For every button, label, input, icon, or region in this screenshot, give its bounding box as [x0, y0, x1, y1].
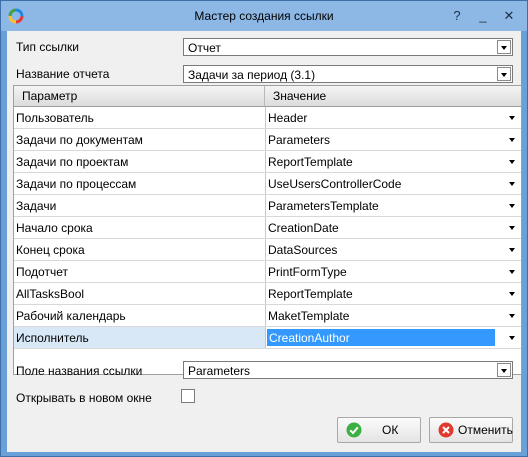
link-name-field-dropdown-icon[interactable] [497, 363, 511, 377]
value-dropdown-icon[interactable] [506, 221, 518, 233]
column-header-parameter[interactable]: Параметр [14, 86, 265, 106]
parameters-grid[interactable]: Параметр Значение Пользователь Header Зада… [13, 85, 522, 375]
parameter-name: Пользователь [16, 111, 94, 125]
help-button[interactable]: ? [447, 7, 467, 25]
table-row[interactable]: Исполнитель CreationAuthor [14, 327, 521, 349]
table-row[interactable]: Пользователь Header [14, 107, 521, 129]
table-row[interactable]: Конец срока DataSources [14, 239, 521, 261]
value-dropdown-icon[interactable] [506, 243, 518, 255]
link-type-select[interactable]: Отчет [183, 38, 513, 56]
value-cell[interactable]: Parameters [266, 129, 521, 150]
cancel-circle-icon [438, 422, 454, 438]
value-text: Parameters [268, 133, 331, 147]
value-text: UseUsersControllerCode [268, 177, 402, 191]
value-text: ParametersTemplate [268, 199, 379, 213]
report-name-select[interactable]: Задачи за период (3.1) [183, 65, 513, 83]
parameter-name: Начало срока [16, 221, 93, 235]
value-cell[interactable]: CreationAuthor [266, 327, 521, 348]
table-row[interactable]: Начало срока CreationDate [14, 217, 521, 239]
table-row[interactable]: Задачи по документам Parameters [14, 129, 521, 151]
value-text: CreationAuthor [269, 331, 350, 345]
minimize-button[interactable]: _ [473, 7, 493, 25]
value-text: Header [268, 111, 308, 125]
value-dropdown-icon[interactable] [506, 133, 518, 145]
report-name-value: Задачи за период (3.1) [188, 68, 316, 82]
parameter-name: Задачи по документам [16, 133, 143, 147]
grid-header: Параметр Значение [14, 86, 521, 107]
value-dropdown-icon[interactable] [506, 177, 518, 189]
value-dropdown-icon[interactable] [506, 287, 518, 299]
parameter-cell[interactable]: Задачи [14, 195, 266, 216]
link-name-field-select[interactable]: Parameters [183, 361, 513, 379]
link-name-field-label: Поле названия ссылки [16, 364, 143, 378]
value-text: ReportTemplate [268, 155, 353, 169]
link-name-field-value: Parameters [188, 364, 251, 378]
value-dropdown-icon[interactable] [506, 309, 518, 321]
link-type-value: Отчет [188, 41, 221, 55]
value-text: CreationDate [268, 221, 339, 235]
parameter-cell[interactable]: Задачи по документам [14, 129, 266, 150]
check-circle-icon [346, 422, 362, 438]
value-editor[interactable]: CreationAuthor [267, 329, 495, 346]
table-row[interactable]: Задачи по процессам UseUsersControllerCod… [14, 173, 521, 195]
link-type-label: Тип ссылки [16, 40, 79, 54]
open-new-window-label: Открывать в новом окне [16, 391, 152, 405]
cancel-button[interactable]: Отменить [429, 417, 513, 443]
parameter-name: Задачи [16, 199, 57, 213]
report-name-dropdown-icon[interactable] [497, 67, 511, 81]
parameter-name: Задачи по процессам [16, 177, 137, 191]
value-dropdown-icon[interactable] [506, 111, 518, 123]
dialog-window: Мастер создания ссылки ? _ ✕ Тип ссылки … [0, 0, 528, 457]
value-cell[interactable]: DataSources [266, 239, 521, 260]
value-dropdown-icon[interactable] [506, 155, 518, 167]
dialog-body: Тип ссылки Отчет Название отчета Задачи … [7, 31, 522, 452]
parameter-name: Подотчет [16, 265, 68, 279]
value-dropdown-icon[interactable] [506, 199, 518, 211]
value-cell[interactable]: ReportTemplate [266, 151, 521, 172]
value-cell[interactable]: ParametersTemplate [266, 195, 521, 216]
parameter-cell[interactable]: Рабочий календарь [14, 305, 266, 326]
table-row[interactable]: AllTasksBool ReportTemplate [14, 283, 521, 305]
ok-button[interactable]: ОК [337, 417, 421, 443]
parameter-cell[interactable]: AllTasksBool [14, 283, 266, 304]
cancel-button-label: Отменить [458, 423, 513, 437]
table-row[interactable]: Задачи по проектам ReportTemplate [14, 151, 521, 173]
parameter-name: AllTasksBool [16, 287, 85, 301]
table-row[interactable]: Рабочий календарь MaketTemplate [14, 305, 521, 327]
value-dropdown-icon[interactable] [506, 331, 518, 343]
parameter-cell[interactable]: Задачи по процессам [14, 173, 266, 194]
value-cell[interactable]: PrintFormType [266, 261, 521, 282]
value-cell[interactable]: MaketTemplate [266, 305, 521, 326]
parameter-cell[interactable]: Исполнитель [14, 327, 266, 348]
parameter-name: Конец срока [16, 243, 85, 257]
parameter-cell[interactable]: Начало срока [14, 217, 266, 238]
value-text: DataSources [268, 243, 338, 257]
parameter-cell[interactable]: Подотчет [14, 261, 266, 282]
ok-button-label: ОК [382, 423, 399, 437]
parameter-name: Исполнитель [16, 331, 89, 345]
close-button[interactable]: ✕ [499, 7, 519, 25]
parameter-name: Рабочий календарь [16, 309, 126, 323]
parameter-name: Задачи по проектам [16, 155, 129, 169]
table-row[interactable]: Подотчет PrintFormType [14, 261, 521, 283]
value-cell[interactable]: Header [266, 107, 521, 128]
link-type-dropdown-icon[interactable] [497, 40, 511, 54]
value-cell[interactable]: UseUsersControllerCode [266, 173, 521, 194]
table-row[interactable]: Задачи ParametersTemplate [14, 195, 521, 217]
value-text: ReportTemplate [268, 287, 353, 301]
open-new-window-checkbox[interactable] [181, 389, 195, 403]
parameter-cell[interactable]: Пользователь [14, 107, 266, 128]
parameter-cell[interactable]: Задачи по проектам [14, 151, 266, 172]
parameter-cell[interactable]: Конец срока [14, 239, 266, 260]
report-name-label: Название отчета [16, 67, 110, 81]
value-text: PrintFormType [268, 265, 347, 279]
column-header-value[interactable]: Значение [265, 86, 521, 106]
value-dropdown-icon[interactable] [506, 265, 518, 277]
value-cell[interactable]: ReportTemplate [266, 283, 521, 304]
value-text: MaketTemplate [268, 309, 350, 323]
value-cell[interactable]: CreationDate [266, 217, 521, 238]
title-bar[interactable]: Мастер создания ссылки ? _ ✕ [1, 1, 527, 31]
